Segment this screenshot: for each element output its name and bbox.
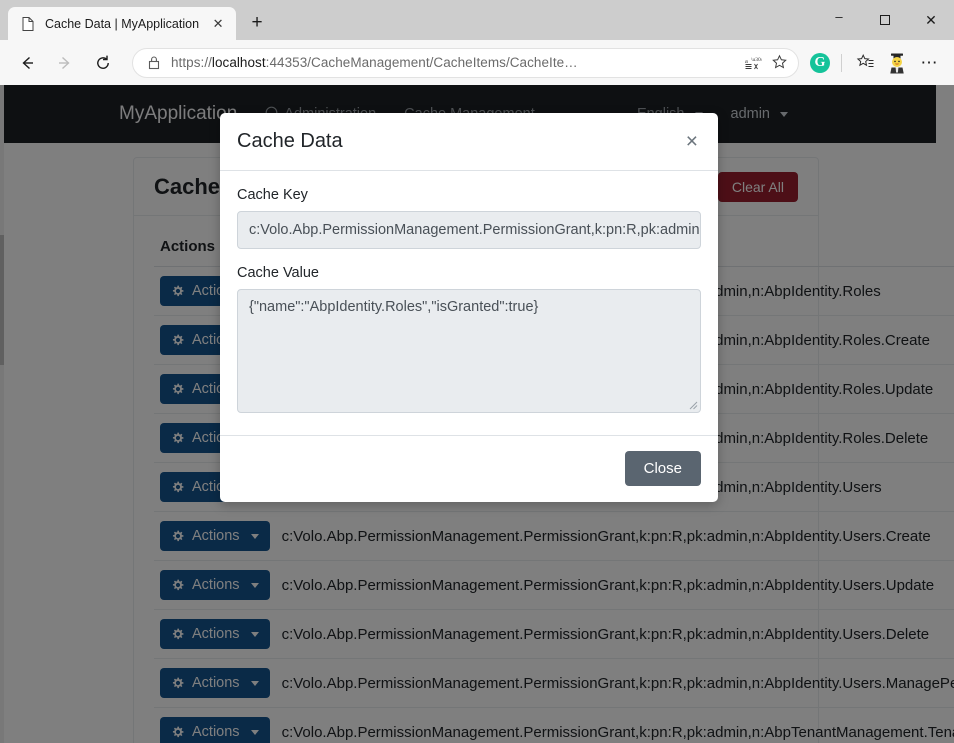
url-text: https://localhost:44353/CacheManagement/…: [171, 55, 740, 70]
address-bar[interactable]: https://localhost:44353/CacheManagement/…: [132, 48, 799, 78]
grammarly-extension-icon[interactable]: G: [805, 46, 835, 80]
cache-value-textarea[interactable]: {"name":"AbpIdentity.Roles","isGranted":…: [237, 289, 701, 413]
new-tab-button[interactable]: +: [242, 8, 272, 38]
close-button[interactable]: Close: [625, 451, 701, 486]
cache-data-modal: Cache Data × Cache Key c:Volo.Abp.Permis…: [220, 113, 718, 502]
cache-key-group: Cache Key c:Volo.Abp.PermissionManagemen…: [237, 187, 701, 249]
back-button[interactable]: [10, 46, 44, 80]
page-viewport: MyApplication Administration Cache Manag…: [0, 85, 954, 743]
browser-titlebar: Cache Data | MyApplication ✕ + – ✕: [0, 0, 954, 40]
forward-button[interactable]: [48, 46, 82, 80]
toolbar-divider: [841, 54, 842, 72]
cache-value-text: {"name":"AbpIdentity.Roles","isGranted":…: [249, 299, 538, 315]
browser-more-menu[interactable]: ⋯: [914, 46, 944, 80]
svg-text:\u3042: \u3042: [751, 57, 762, 63]
lock-icon: [147, 55, 161, 70]
modal-header: Cache Data ×: [220, 113, 718, 171]
cache-key-input[interactable]: c:Volo.Abp.PermissionManagement.Permissi…: [237, 211, 701, 249]
browser-toolbar: https://localhost:44353/CacheManagement/…: [0, 40, 954, 85]
svg-text:a: a: [745, 58, 748, 65]
resize-grip-icon[interactable]: [686, 398, 698, 410]
window-maximize-button[interactable]: [862, 4, 908, 36]
maximize-icon: [880, 15, 890, 25]
window-close-button[interactable]: ✕: [908, 4, 954, 36]
url-host: localhost: [212, 55, 266, 70]
modal-body: Cache Key c:Volo.Abp.PermissionManagemen…: [220, 171, 718, 435]
tab-strip: Cache Data | MyApplication ✕ +: [0, 0, 272, 40]
cache-key-label: Cache Key: [237, 187, 701, 203]
read-aloud-icon[interactable]: a \u3042: [740, 50, 766, 76]
tab-title: Cache Data | MyApplication: [45, 17, 199, 31]
favorites-collections-icon[interactable]: [850, 46, 880, 80]
browser-window: Cache Data | MyApplication ✕ + – ✕: [0, 0, 954, 743]
profile-avatar[interactable]: [882, 46, 912, 80]
modal-title: Cache Data: [237, 130, 343, 153]
cache-value-group: Cache Value {"name":"AbpIdentity.Roles",…: [237, 265, 701, 413]
grammarly-glyph: G: [810, 53, 830, 73]
page-icon: [20, 16, 36, 32]
cache-value-label: Cache Value: [237, 265, 701, 281]
reload-button[interactable]: [86, 46, 120, 80]
browser-tab[interactable]: Cache Data | MyApplication ✕: [8, 7, 236, 40]
url-path: :44353/CacheManagement/CacheItems/CacheI…: [266, 55, 578, 70]
tab-close-icon[interactable]: ✕: [208, 14, 228, 34]
star-add-icon[interactable]: [766, 50, 792, 76]
url-scheme: https://: [171, 55, 212, 70]
window-controls: – ✕: [816, 0, 954, 40]
window-minimize-button[interactable]: –: [816, 4, 862, 36]
close-icon[interactable]: ×: [686, 133, 698, 151]
modal-footer: Close: [220, 435, 718, 502]
